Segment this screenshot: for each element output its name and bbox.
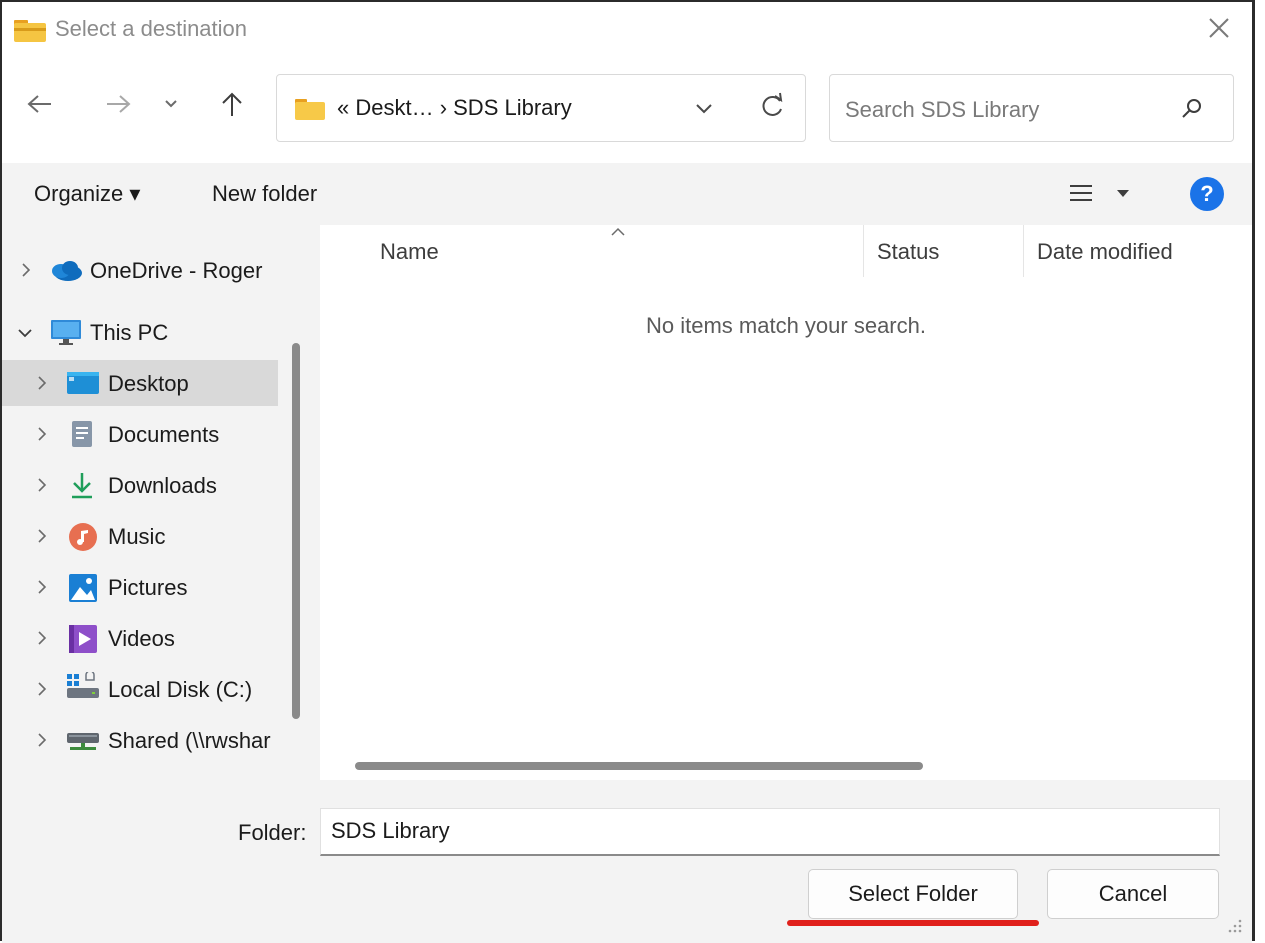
organize-menu-button[interactable]: Organize ▾: [34, 181, 140, 207]
new-folder-button[interactable]: New folder: [212, 181, 317, 207]
videos-icon: [69, 625, 97, 653]
search-icon[interactable]: [1180, 97, 1204, 121]
empty-list-message: No items match your search.: [646, 313, 926, 338]
cancel-button[interactable]: Cancel: [1047, 869, 1219, 919]
chevron-right-icon[interactable]: [36, 476, 48, 494]
tree-item-music[interactable]: Music: [2, 513, 278, 559]
chevron-down-icon[interactable]: [16, 327, 34, 339]
pictures-icon: [69, 574, 97, 602]
resize-grip-icon[interactable]: [1224, 915, 1244, 935]
column-header-name[interactable]: Name: [380, 239, 439, 265]
address-dropdown-icon[interactable]: [695, 97, 713, 119]
folder-icon: [295, 99, 325, 120]
chevron-right-icon[interactable]: [20, 261, 32, 279]
tree-item-downloads[interactable]: Downloads: [2, 462, 278, 508]
chevron-right-icon[interactable]: [36, 374, 48, 392]
folder-field-label: Folder:: [238, 820, 307, 845]
select-folder-button[interactable]: Select Folder: [808, 869, 1018, 919]
music-note-icon: [69, 523, 97, 551]
back-button[interactable]: [20, 84, 60, 124]
tree-item-documents[interactable]: Documents: [2, 411, 278, 457]
column-divider[interactable]: [1023, 225, 1024, 277]
address-bar[interactable]: « Deskt… › SDS Library: [276, 74, 806, 142]
tree-item-label: This PC: [90, 320, 169, 345]
recent-locations-button[interactable]: [156, 84, 186, 124]
tree-item-label: Videos: [108, 626, 175, 651]
arrow-up-icon: [222, 92, 242, 116]
tree-item-local-disk[interactable]: Local Disk (C:): [2, 666, 278, 712]
chevron-right-icon[interactable]: [36, 578, 48, 596]
sort-ascending-icon: [611, 227, 625, 236]
tree-item-label: Music: [108, 524, 166, 549]
local-disk-icon: [67, 672, 99, 698]
view-dropdown-icon[interactable]: [1116, 189, 1130, 199]
tree-item-label: Downloads: [108, 473, 217, 498]
file-list-horizontal-scrollbar[interactable]: [355, 762, 923, 770]
chevron-right-icon[interactable]: [36, 629, 48, 647]
folder-name-input[interactable]: SDS Library: [320, 808, 1220, 856]
up-button[interactable]: [212, 84, 252, 124]
tree-item-label: Shared (\\rwshar: [108, 728, 271, 753]
chevron-right-icon[interactable]: [36, 680, 48, 698]
chevron-right-icon[interactable]: [36, 425, 48, 443]
address-path[interactable]: « Deskt… › SDS Library: [337, 95, 572, 121]
file-list-pane[interactable]: Name Status Date modified No items match…: [320, 225, 1252, 780]
title-bar: Select a destination: [2, 2, 1252, 57]
tree-item-this-pc[interactable]: This PC: [2, 309, 278, 355]
highlight-underline-annotation: [787, 920, 1039, 926]
folder-app-icon: [14, 20, 46, 42]
arrow-right-icon: [107, 95, 131, 113]
chevron-right-icon[interactable]: [36, 731, 48, 749]
download-arrow-icon: [72, 473, 92, 499]
dialog-footer: Folder: SDS Library Select Folder Cancel: [2, 780, 1252, 943]
tree-item-label: Local Disk (C:): [108, 677, 253, 702]
chevron-right-icon[interactable]: [36, 527, 48, 545]
column-header-status[interactable]: Status: [877, 239, 939, 265]
tree-item-videos[interactable]: Videos: [2, 615, 278, 661]
tree-item-onedrive[interactable]: OneDrive - Roger: [2, 247, 278, 293]
tree-item-label: OneDrive - Roger: [90, 258, 263, 283]
tree-item-pictures[interactable]: Pictures: [2, 564, 278, 610]
tree-item-label: Desktop: [108, 371, 189, 396]
navigation-pane[interactable]: OneDrive - Roger This PC Desktop Documen…: [2, 225, 308, 780]
view-list-icon[interactable]: [1070, 181, 1094, 205]
search-box[interactable]: Search SDS Library: [829, 74, 1234, 142]
tree-item-shared-drive[interactable]: Shared (\\rwshar: [2, 717, 278, 763]
navigation-bar: « Deskt… › SDS Library Search SDS Librar…: [2, 57, 1252, 163]
column-divider[interactable]: [863, 225, 864, 277]
search-input[interactable]: Search SDS Library: [845, 97, 1039, 123]
command-toolbar: Organize ▾ New folder ?: [2, 163, 1252, 225]
network-drive-icon: [67, 733, 99, 750]
tree-item-desktop[interactable]: Desktop: [2, 360, 278, 406]
dialog-window: Select a destination « Deskt… › SDS Libr…: [0, 0, 1255, 943]
onedrive-cloud-icon: [52, 261, 82, 281]
help-button[interactable]: ?: [1190, 177, 1224, 211]
window-title: Select a destination: [55, 16, 248, 41]
tree-item-label: Pictures: [108, 575, 188, 600]
arrow-left-icon: [27, 95, 51, 113]
chevron-down-icon: [165, 100, 177, 108]
documents-icon: [72, 421, 92, 447]
monitor-icon: [51, 320, 81, 345]
tree-item-label: Documents: [108, 422, 220, 447]
close-icon[interactable]: [1205, 14, 1233, 42]
refresh-icon[interactable]: [759, 91, 785, 121]
column-header-date-modified[interactable]: Date modified: [1037, 239, 1173, 265]
desktop-icon: [67, 372, 99, 394]
forward-button[interactable]: [98, 84, 138, 124]
navigation-pane-scrollbar[interactable]: [292, 343, 300, 719]
